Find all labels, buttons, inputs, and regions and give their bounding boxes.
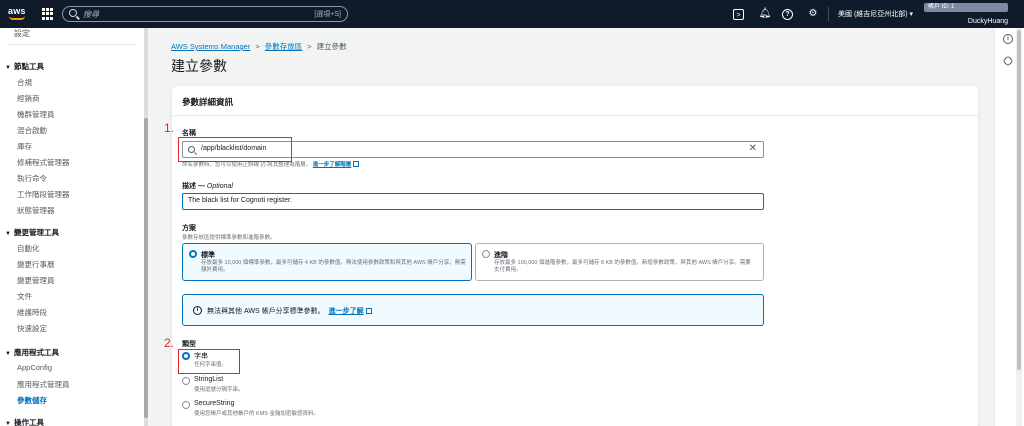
aws-logo-text: aws	[8, 6, 26, 16]
caret-down-icon: ▼	[5, 421, 11, 426]
help-icon[interactable]: ?	[782, 9, 793, 20]
region-selector[interactable]: 美國 (維吉尼亞州北部) ▾	[838, 9, 913, 19]
sidebar-item-maintenance-windows[interactable]: 維護時段	[17, 307, 47, 318]
sidebar-section-node-tools[interactable]: ▼ 節點工具	[5, 61, 44, 72]
page-scrollbar-thumb[interactable]	[1017, 30, 1021, 370]
cloudshell-icon[interactable]: >	[733, 9, 744, 20]
description-input[interactable]: The black list for Cognoti register.	[182, 193, 764, 210]
sidebar-section-change-management[interactable]: ▼ 變更管理工具	[5, 227, 59, 238]
top-navigation-bar: aws 搜尋 [選項+S] > 🔔︎ ? ⚙ 美國 (維吉尼亞州北部) ▾ 帳戶…	[0, 0, 1024, 28]
account-menu[interactable]: 帳戶 ID: 1 DuckyHuang	[924, 2, 1008, 28]
tier-standard-desc: 存放最多 10,000 個標準參數，最多可儲存 4 KB 的參數值。無法使用參數…	[201, 260, 466, 273]
services-grid-icon[interactable]	[42, 8, 54, 20]
breadcrumb-separator: >	[307, 42, 312, 51]
annotation-highlight-type	[178, 349, 240, 374]
page-scrollbar[interactable]	[1016, 28, 1022, 426]
sidebar-item-distributor[interactable]: 經銷商	[17, 93, 40, 104]
sidebar-item-quick-setup[interactable]: 快速設定	[17, 323, 47, 334]
sidebar-scrollbar-thumb[interactable]	[144, 118, 148, 418]
sidebar-item-application-manager[interactable]: 應用程式管理員	[17, 379, 70, 390]
feedback-icon[interactable]	[1002, 55, 1014, 67]
search-placeholder: 搜尋	[83, 10, 99, 19]
sidebar-item-appconfig[interactable]: AppConfig	[17, 363, 52, 372]
tier-advanced-option[interactable]: 進階 存放最多 100,000 個進階參數，最多可儲存 8 KB 的參數值。新增…	[475, 243, 764, 281]
sidebar-item-settings[interactable]: 設定	[14, 28, 30, 39]
external-link-icon	[365, 308, 372, 314]
breadcrumb-systems-manager[interactable]: AWS Systems Manager	[171, 42, 250, 51]
sidebar-item-hybrid-activations[interactable]: 混合啟動	[17, 125, 47, 136]
description-input-value: The black list for Cognoti register.	[188, 197, 292, 204]
tier-label: 方案	[182, 225, 196, 232]
annotation-step-1: 1.	[164, 121, 175, 135]
radio-unselected[interactable]	[182, 377, 190, 385]
sidebar-item-change-calendar[interactable]: 變更行事曆	[17, 259, 55, 270]
panel-title: 參數詳細資訊	[182, 97, 234, 107]
tier-advanced-desc: 存放最多 100,000 個進階參數，最多可儲存 8 KB 的參數值。新增參數政…	[494, 260, 751, 273]
breadcrumb: AWS Systems Manager > 參數存放區 > 建立參數	[171, 41, 347, 52]
left-sidebar: 設定 ▼ 節點工具 合規 經銷商 機群管理員 混合啟動 庫存 修補程式管理器 執行…	[0, 28, 146, 426]
tier-standard-title: 標準	[201, 252, 215, 259]
account-username: DuckyHuang	[967, 18, 1008, 25]
nav-divider	[828, 7, 829, 21]
parameter-details-panel: 參數詳細資訊 名稱 /app/blacklist/domain ✕ 命名參數時，…	[171, 85, 979, 426]
sidebar-divider	[8, 44, 136, 45]
aws-logo[interactable]: aws	[8, 6, 26, 20]
sidebar-item-inventory[interactable]: 庫存	[17, 141, 32, 152]
sidebar-item-patch-manager[interactable]: 修補程式管理器	[17, 157, 70, 168]
page-title: 建立參數	[171, 58, 227, 74]
settings-gear-icon[interactable]: ⚙	[806, 7, 820, 21]
hierarchy-learn-more-link[interactable]: 進一步了解階層	[313, 162, 352, 168]
tier-hint: 參數存放區提供標準參數和進階參數。	[182, 235, 276, 241]
panel-header: 參數詳細資訊	[172, 86, 978, 116]
tier-advanced-title: 進階	[494, 252, 508, 259]
type-securestring-title: SecureString	[194, 400, 235, 407]
tier-standard-option[interactable]: 標準 存放最多 10,000 個標準參數，最多可儲存 4 KB 的參數值。無法使…	[182, 243, 472, 281]
radio-unselected[interactable]	[482, 250, 490, 258]
caret-down-icon: ▼	[5, 231, 11, 237]
aws-smile-icon	[9, 16, 25, 20]
radio-unselected[interactable]	[182, 401, 190, 409]
sidebar-item-state-manager[interactable]: 狀態管理器	[17, 205, 55, 216]
caret-down-icon: ▼	[5, 351, 11, 357]
radio-selected[interactable]	[189, 250, 197, 258]
breadcrumb-separator: >	[255, 42, 260, 51]
tier-learn-more-link[interactable]: 進一步了解	[329, 308, 364, 315]
breadcrumb-current: 建立參數	[316, 42, 347, 51]
search-shortcut-hint: [選項+S]	[314, 11, 341, 18]
tier-info-text: 無法與其他 AWS 帳戶分享標準參數。 進一步了解	[207, 306, 372, 316]
tier-info-alert: i 無法與其他 AWS 帳戶分享標準參數。 進一步了解	[182, 294, 764, 326]
breadcrumb-parameter-store[interactable]: 參數存放區	[265, 42, 303, 51]
type-securestring-desc: 使用您帳戶或其他帳戶的 KMS 金鑰加密敏感資料。	[194, 411, 319, 417]
search-icon	[69, 9, 77, 17]
info-panel-icon[interactable]: i	[1003, 34, 1013, 44]
sidebar-section-operations-tools[interactable]: ▼ 操作工具	[5, 417, 44, 426]
account-id: 帳戶 ID: 1	[924, 3, 1008, 12]
description-label: 描述 — Optional	[182, 183, 233, 190]
annotation-highlight-name	[178, 137, 292, 162]
info-icon: i	[193, 306, 202, 315]
type-stringlist-title: StringList	[194, 376, 224, 383]
global-search-input[interactable]: 搜尋 [選項+S]	[62, 6, 348, 22]
sidebar-item-run-command[interactable]: 執行命令	[17, 173, 47, 184]
annotation-step-2: 2.	[164, 336, 175, 350]
notifications-bell-icon[interactable]: 🔔︎	[758, 7, 772, 21]
sidebar-item-change-manager[interactable]: 變更管理員	[17, 275, 55, 286]
sidebar-item-documents[interactable]: 文件	[17, 291, 32, 302]
sidebar-item-compliance[interactable]: 合規	[17, 77, 32, 88]
clear-input-icon[interactable]: ✕	[749, 143, 757, 154]
external-link-icon	[353, 161, 360, 167]
type-label: 類型	[182, 341, 196, 348]
sidebar-scrollbar[interactable]	[144, 28, 148, 426]
type-stringlist-desc: 使用逗號分隔字串。	[194, 387, 244, 393]
sidebar-section-application-tools[interactable]: ▼ 應用程式工具	[5, 347, 59, 358]
caret-down-icon: ▼	[5, 65, 11, 71]
sidebar-item-fleet-manager[interactable]: 機群管理員	[17, 109, 55, 120]
sidebar-item-parameter-store[interactable]: 參數儲存	[17, 395, 47, 406]
sidebar-item-session-manager[interactable]: 工作階段管理器	[17, 189, 70, 200]
sidebar-item-automation[interactable]: 自動化	[17, 243, 40, 254]
main-content: AWS Systems Manager > 參數存放區 > 建立參數 建立參數 參數詳細…	[150, 28, 992, 426]
